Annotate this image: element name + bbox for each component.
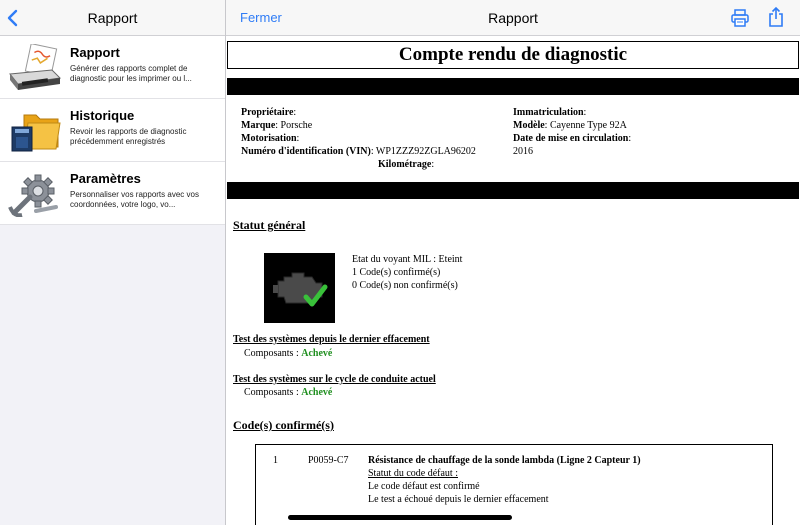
print-icon[interactable] [730,8,750,28]
menu-item-description: Générer des rapports complet de diagnost… [70,64,192,83]
components-label: Composants : [244,348,302,359]
brand-row: Marque: Porsche [241,120,313,131]
components-status: Achevé [301,387,333,398]
menu-item-title: Rapport [70,45,120,60]
test-current-cycle-row: Composants : Achevé [244,387,332,398]
sidebar: Rapport Rapport Générer des rapports com… [0,0,226,525]
brand-label: Marque [241,120,276,131]
engine-row: Motorisation: [241,133,300,144]
menu-item-title: Paramètres [70,171,141,186]
code-status-line: Le test a échoué depuis le dernier effac… [368,494,549,505]
gear-wrench-icon [0,162,70,225]
share-icon[interactable] [766,6,786,28]
code-index: 1 [273,455,278,466]
mil-status: Etat du voyant MIL : Eteint [352,254,463,265]
date-label: Date de mise en circulation [513,133,629,144]
status-section-title: Statut général [233,218,306,232]
code-id: P0059-C7 [308,455,349,466]
vin-label: Numéro d'identification (VIN) [241,146,371,157]
report-pane: Fermer Rapport Compte rendu de diagnosti… [226,0,800,525]
sidebar-nav-bar: Rapport [0,0,225,36]
code-status-line: Le code défaut est confirmé [368,481,480,492]
engine-check-icon [264,253,335,323]
sidebar-menu: Rapport Générer des rapports complet de … [0,36,225,225]
components-status: Achevé [301,348,333,359]
model-label: Modèle [513,120,545,131]
test-current-cycle-title: Test des systèmes sur le cycle de condui… [233,374,436,385]
mileage-row: Kilométrage: [378,159,435,170]
history-folder-icon [0,99,70,162]
report-document[interactable]: Compte rendu de diagnostic Propriétaire:… [226,36,800,525]
section-divider [227,182,799,199]
vin-row: Numéro d'identification (VIN): WP1ZZZ92Z… [241,146,476,157]
menu-item-rapport[interactable]: Rapport Générer des rapports complet de … [0,36,225,99]
menu-item-parametres[interactable]: Paramètres Personnaliser vos rapports av… [0,162,225,225]
confirmed-codes-title: Code(s) confirmé(s) [233,418,334,432]
plate-row: Immatriculation: [513,107,587,118]
sidebar-title: Rapport [87,10,138,26]
vin-value: WP1ZZZ92ZGLA96202 [375,146,476,157]
code-status-label: Statut du code défaut : [368,468,458,479]
code-description: Résistance de chauffage de la sonde lamb… [368,455,641,466]
report-nav-bar: Fermer Rapport [226,0,800,36]
report-nav-title: Rapport [488,10,538,26]
printer-report-icon [0,36,70,99]
confirmed-codes-count: 1 Code(s) confirmé(s) [352,267,441,278]
owner-label: Propriétaire [241,107,294,118]
test-since-clear-row: Composants : Achevé [244,348,332,359]
test-since-clear-title: Test des systèmes depuis le dernier effa… [233,334,430,345]
menu-item-description: Revoir les rapports de diagnostic précéd… [70,127,187,146]
owner-row: Propriétaire: [241,107,297,118]
report-title: Compte rendu de diagnostic [227,41,799,69]
model-value: Cayenne Type 92A [549,120,627,131]
plate-label: Immatriculation [513,107,584,118]
menu-item-title: Historique [70,108,135,123]
date-row: Date de mise en circulation: [513,133,632,144]
menu-item-description: Personnaliser vos rapports avec vos coor… [70,190,199,209]
unconfirmed-codes-count: 0 Code(s) non confirmé(s) [352,280,458,291]
home-indicator[interactable] [288,515,512,520]
date-value: 2016 [513,146,533,157]
brand-value: Porsche [280,120,313,131]
components-label: Composants : [244,387,302,398]
codes-table: 1 P0059-C7 Résistance de chauffage de la… [255,444,773,525]
section-divider [227,78,799,95]
menu-item-historique[interactable]: Historique Revoir les rapports de diagno… [0,99,225,162]
model-row: Modèle: Cayenne Type 92A [513,120,627,131]
mileage-label: Kilométrage [378,159,432,170]
engine-label: Motorisation [241,133,297,144]
